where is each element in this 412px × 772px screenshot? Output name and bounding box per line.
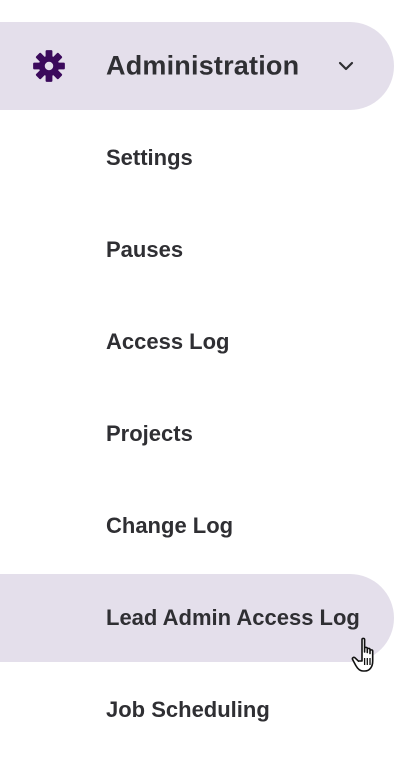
- nav-item-pauses[interactable]: Pauses: [0, 206, 394, 294]
- administration-section-toggle[interactable]: Administration: [0, 22, 394, 110]
- chevron-down-icon: [338, 61, 354, 71]
- admin-nav: Administration Settings Pauses Access Lo…: [0, 0, 412, 772]
- nav-item-access-log[interactable]: Access Log: [0, 298, 394, 386]
- nav-item-job-scheduling[interactable]: Job Scheduling: [0, 666, 394, 754]
- nav-item-label: Job Scheduling: [106, 697, 270, 722]
- nav-item-lead-admin-access-log[interactable]: Lead Admin Access Log: [0, 574, 394, 662]
- gear-icon: [33, 50, 65, 82]
- nav-item-label: Settings: [106, 145, 193, 170]
- nav-item-label: Access Log: [106, 329, 230, 354]
- nav-item-change-log[interactable]: Change Log: [0, 482, 394, 570]
- section-label: Administration: [106, 50, 300, 81]
- nav-item-projects[interactable]: Projects: [0, 390, 394, 478]
- nav-item-label: Projects: [106, 421, 193, 446]
- nav-item-label: Lead Admin Access Log: [106, 605, 360, 630]
- nav-item-label: Change Log: [106, 513, 234, 538]
- nav-item-label: Pauses: [106, 237, 184, 262]
- nav-item-settings[interactable]: Settings: [0, 114, 394, 202]
